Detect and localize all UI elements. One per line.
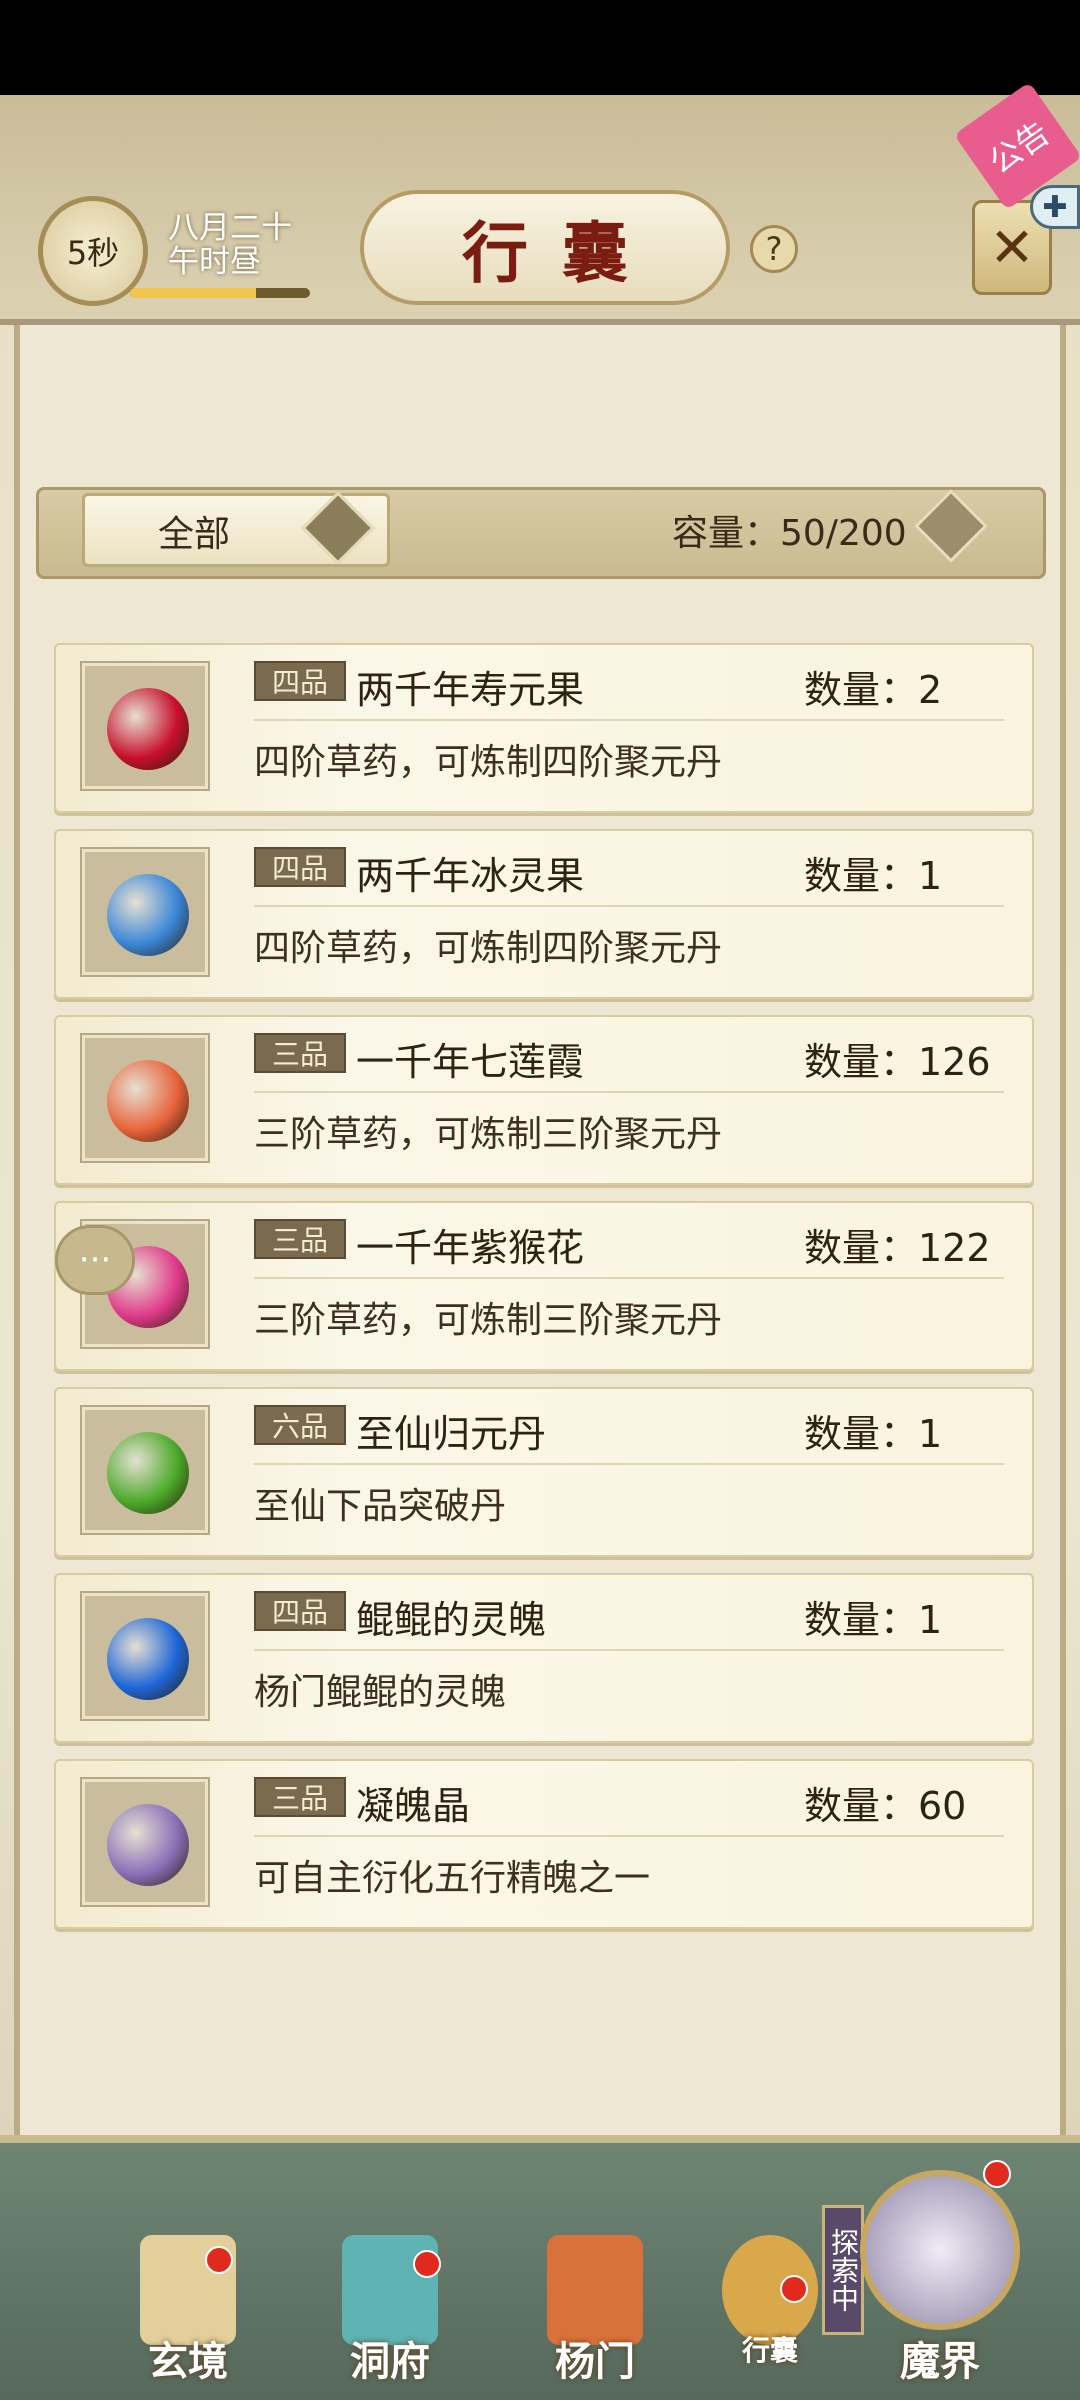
item-slot: [80, 847, 210, 977]
item-quantity: 数量：60: [804, 1784, 967, 1828]
divider: [254, 1277, 1004, 1279]
item-name: 一千年七莲霞: [356, 1040, 585, 1084]
notification-dot: [413, 2250, 441, 2278]
item-icon: [107, 1618, 189, 1700]
item-description: 三阶草药，可炼制三阶聚元丹: [254, 1300, 723, 1341]
item-description: 可自主衍化五行精魄之一: [254, 1858, 651, 1899]
list-item[interactable]: 四品 鲲鲲的灵魄 数量：1 杨门鲲鲲的灵魄: [54, 1573, 1034, 1743]
item-slot: [80, 1777, 210, 1907]
notification-dot: [983, 2160, 1011, 2188]
close-icon: ✕: [989, 216, 1035, 279]
list-item[interactable]: 三品 一千年七莲霞 数量：126 三阶草药，可炼制三阶聚元丹: [54, 1015, 1034, 1185]
item-name: 两千年寿元果: [356, 668, 585, 712]
divider: [254, 1649, 1004, 1651]
notification-dot: [780, 2275, 808, 2303]
item-icon: [107, 1804, 189, 1886]
page-title: 行囊: [462, 213, 662, 292]
item-name: 凝魄晶: [356, 1784, 471, 1828]
list-item[interactable]: 四品 两千年寿元果 数量：2 四阶草药，可炼制四阶聚元丹: [54, 643, 1034, 813]
exploring-badge: 探索中: [822, 2205, 864, 2335]
item-icon: [107, 688, 189, 770]
item-description: 四阶草药，可炼制四阶聚元丹: [254, 928, 723, 969]
item-quantity: 数量：1: [804, 1412, 943, 1456]
item-description: 三阶草药，可炼制三阶聚元丹: [254, 1114, 723, 1155]
grade-badge: 四品: [254, 847, 346, 887]
item-quantity: 数量：1: [804, 854, 943, 898]
category-filter-label: 全部: [158, 514, 231, 555]
nav-xingnang[interactable]: 行囊: [710, 2235, 830, 2400]
grade-badge: 三品: [254, 1777, 346, 1817]
item-name: 鲲鲲的灵魄: [356, 1598, 547, 1642]
item-description: 杨门鲲鲲的灵魄: [254, 1672, 507, 1713]
item-name: 一千年紫猴花: [356, 1226, 585, 1270]
item-quantity: 数量：126: [804, 1040, 991, 1084]
item-icon: [107, 1060, 189, 1142]
item-name: 两千年冰灵果: [356, 854, 585, 898]
notification-dot: [205, 2246, 233, 2274]
grade-badge: 三品: [254, 1219, 346, 1259]
divider: [254, 719, 1004, 721]
plus-icon[interactable]: ✚: [1030, 185, 1080, 229]
status-bar: [0, 0, 1080, 95]
item-list[interactable]: 四品 两千年寿元果 数量：2 四阶草药，可炼制四阶聚元丹 四品 两千年冰灵果 数量：1 四阶草…: [36, 583, 1046, 1966]
help-button[interactable]: ?: [750, 225, 798, 273]
item-slot: [80, 1033, 210, 1163]
chat-icon[interactable]: ···: [55, 1225, 135, 1295]
item-icon: [107, 874, 189, 956]
item-slot: [80, 1591, 210, 1721]
nav-yangmen[interactable]: 杨门: [535, 2235, 655, 2400]
list-item[interactable]: 六品 至仙归元丹 数量：1 至仙下品突破丹: [54, 1387, 1034, 1557]
item-slot: [80, 1405, 210, 1535]
item-description: 至仙下品突破丹: [254, 1486, 507, 1527]
capacity-label: 容量：50/200: [672, 513, 907, 554]
item-quantity: 数量：1: [804, 1598, 943, 1642]
item-icon: [107, 1432, 189, 1514]
grade-badge: 三品: [254, 1033, 346, 1073]
title-plate: 行囊: [360, 190, 730, 305]
grade-badge: 四品: [254, 661, 346, 701]
list-item[interactable]: 三品 一千年紫猴花 数量：122 三阶草药，可炼制三阶聚元丹: [54, 1201, 1034, 1371]
item-name: 至仙归元丹: [356, 1412, 547, 1456]
item-quantity: 数量：2: [804, 668, 943, 712]
divider: [254, 905, 1004, 907]
divider: [254, 1091, 1004, 1093]
time-progress-fill: [130, 288, 256, 298]
item-quantity: 数量：122: [804, 1226, 991, 1270]
list-item[interactable]: 三品 凝魄晶 数量：60 可自主衍化五行精魄之一: [54, 1759, 1034, 1929]
grade-badge: 四品: [254, 1591, 346, 1631]
divider: [254, 1835, 1004, 1837]
list-item[interactable]: 四品 两千年冰灵果 数量：1 四阶草药，可炼制四阶聚元丹: [54, 829, 1034, 999]
item-slot: [80, 661, 210, 791]
grade-badge: 六品: [254, 1405, 346, 1445]
nav-mojie[interactable]: 魔界: [880, 2235, 1000, 2400]
time-progress-bar: [130, 288, 310, 298]
divider: [254, 1463, 1004, 1465]
date-line-2: 午时昼: [168, 244, 261, 280]
item-description: 四阶草药，可炼制四阶聚元丹: [254, 742, 723, 783]
